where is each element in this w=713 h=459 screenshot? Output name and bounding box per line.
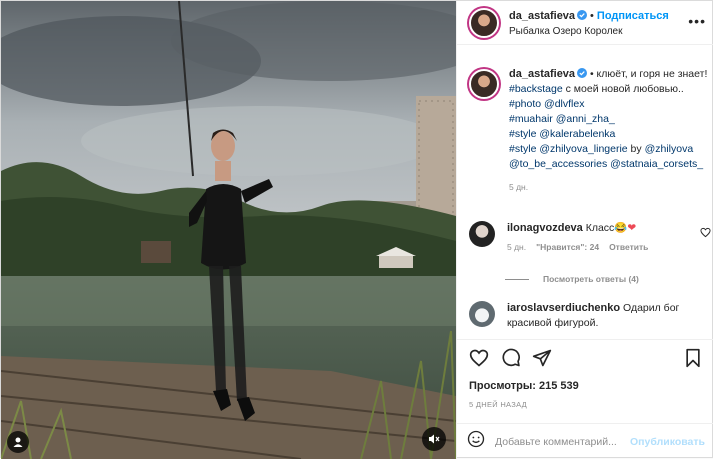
follow-button[interactable]: Подписаться (597, 10, 669, 22)
comment-likes[interactable]: "Нравится": 24 (536, 242, 599, 252)
reply-button[interactable]: Ответить (609, 242, 648, 252)
like-heart-icon[interactable] (469, 348, 489, 373)
mute-icon[interactable] (422, 427, 446, 451)
caption-line: #photo @dlvflex (509, 97, 709, 112)
share-send-icon[interactable] (532, 348, 552, 373)
caption-hashtag[interactable]: #style @zhilyova_lingerie (509, 143, 628, 155)
add-comment-input[interactable] (495, 435, 631, 448)
commenter-username[interactable]: iaroslavserdiuchenko (507, 302, 620, 314)
view-replies-button[interactable]: Посмотреть ответы (4) (505, 274, 639, 284)
header-separator: • (590, 9, 594, 22)
caption-line-text: by (627, 143, 645, 155)
caption-line: #backstage с моей новой любовью.. (509, 82, 709, 97)
post-video[interactable] (1, 1, 456, 459)
commenter-username[interactable]: ilonagvozdeva (507, 222, 583, 234)
caption-mention[interactable]: @to_be_accessories @statnaia_corsets_ (509, 158, 703, 170)
caption-mention[interactable]: @zhilyova (645, 143, 694, 155)
views-count[interactable]: Просмотры: 215 539 (469, 380, 703, 392)
caption-hashtag[interactable]: #backstage (509, 83, 563, 95)
like-comment-heart-icon[interactable] (700, 227, 711, 238)
instagram-post: da_astafieva • Подписаться Рыбалка Озеро К… (0, 0, 713, 459)
caption-line: #style @kalerabelenka (509, 127, 709, 142)
more-horizontal-icon[interactable]: ••• (688, 13, 706, 29)
caption-username[interactable]: da_astafieva (509, 68, 575, 80)
comment-bubble-icon[interactable] (501, 348, 521, 373)
commenter-avatar[interactable] (469, 301, 495, 327)
post-caption: da_astafieva • клюёт, и горя не знает! #… (467, 67, 711, 195)
emoji-smiley-icon[interactable] (467, 430, 485, 453)
tagged-users-icon[interactable] (7, 431, 29, 453)
save-bookmark-icon[interactable] (683, 348, 703, 373)
comment-time[interactable]: 5 дн. (507, 242, 526, 252)
caption-line: #muahair @anni_zha_ (509, 112, 709, 127)
post-details-panel: da_astafieva • Подписаться Рыбалка Озеро К… (456, 1, 713, 459)
comment-text: Класс (585, 222, 615, 234)
caption-hashtag[interactable]: #photo @dlvflex (509, 98, 584, 110)
comment-item: iaroslavserdiuchenko Одарил бог красивой… (467, 301, 711, 331)
commenter-avatar[interactable] (469, 221, 495, 247)
comment-emoji: 😂❤ (614, 222, 637, 234)
view-replies-label[interactable]: Посмотреть ответы (4) (543, 274, 639, 284)
publish-button[interactable]: Опубликовать (630, 436, 705, 448)
caption-hashtag[interactable]: #style @kalerabelenka (509, 128, 615, 140)
caption-line: #style @zhilyova_lingerie by @zhilyova (509, 142, 709, 157)
post-header: da_astafieva • Подписаться Рыбалка Озеро К… (457, 1, 713, 45)
caption-hashtag[interactable]: #muahair @anni_zha_ (509, 113, 615, 125)
post-actions: Просмотры: 215 539 5 ДНЕЙ НАЗАД (457, 339, 713, 409)
caption-avatar[interactable] (467, 67, 501, 101)
post-date[interactable]: 5 ДНЕЙ НАЗАД (469, 400, 703, 409)
caption-line-text: с моей новой любовью.. (562, 83, 684, 95)
post-location[interactable]: Рыбалка Озеро Королек (509, 24, 669, 39)
author-username[interactable]: da_astafieva (509, 10, 575, 22)
caption-text: • клюёт, и горя не знает! (589, 68, 708, 80)
caption-line: @to_be_accessories @statnaia_corsets_ (509, 157, 709, 172)
author-avatar[interactable] (467, 5, 501, 40)
comment-item: ilonagvozdeva Класс😂❤ 5 дн. "Нравится": 2… (467, 221, 711, 255)
video-frame (1, 1, 456, 459)
verified-badge-icon (577, 9, 588, 20)
verified-badge-icon (577, 68, 588, 78)
add-comment-bar: Опубликовать (457, 423, 713, 459)
caption-time[interactable]: 5 дн. (509, 180, 709, 195)
replies-divider (505, 278, 529, 280)
